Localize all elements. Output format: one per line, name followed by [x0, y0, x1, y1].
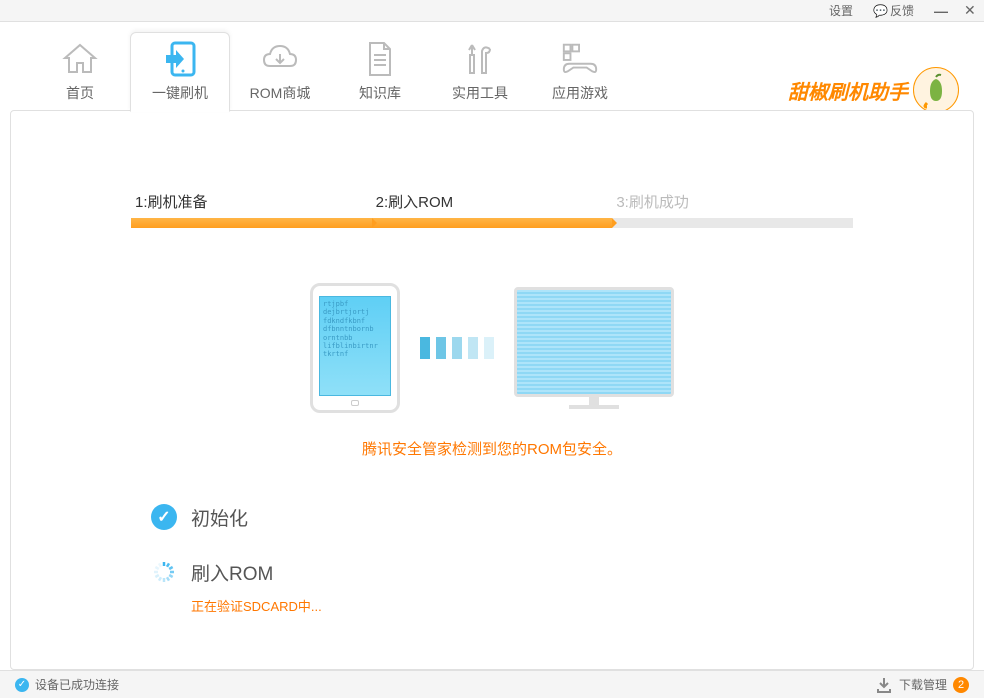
status-list: ✓ 初始化	[131, 504, 853, 615]
tab-home[interactable]: 首页	[30, 32, 130, 112]
tools-icon	[460, 41, 500, 77]
download-icon	[875, 677, 893, 693]
phone-icon: rtjpbf dejbrtjortj fdkndfkbnf dfbnntnbor…	[310, 283, 400, 413]
step-prepare: 1:刷机准备	[131, 191, 372, 228]
app-logo: 甜椒刷机助手	[788, 67, 959, 113]
step-flash-rom: 2:刷入ROM	[372, 191, 613, 228]
speech-icon: 💬	[873, 4, 888, 18]
connection-status: ✓ 设备已成功连接	[15, 676, 119, 693]
main-content: 1:刷机准备 2:刷入ROM 3:刷机成功 rtjpbf dejbrtjortj…	[10, 110, 974, 670]
monitor-icon	[514, 287, 674, 409]
download-count-badge: 2	[953, 677, 969, 693]
settings-button[interactable]: 设置	[819, 0, 863, 21]
feedback-button[interactable]: 💬 反馈	[863, 0, 924, 21]
tab-flash[interactable]: 一键刷机	[130, 32, 230, 112]
minimize-button[interactable]: —	[924, 0, 954, 21]
logo-text: 甜椒刷机助手	[788, 76, 908, 105]
download-manager-button[interactable]: 下载管理 2	[875, 676, 969, 693]
status-flash: 刷入ROM 正在验证SDCARD中...	[151, 559, 853, 615]
home-icon	[60, 41, 100, 77]
check-icon: ✓	[15, 678, 29, 692]
cloud-download-icon	[260, 41, 300, 77]
transfer-animation	[420, 337, 494, 359]
status-init: ✓ 初始化	[151, 504, 853, 531]
pepper-logo-icon	[913, 67, 959, 113]
gamepad-icon	[560, 41, 600, 77]
tab-label: ROM商城	[250, 83, 311, 103]
tab-label: 实用工具	[452, 83, 508, 103]
tab-knowledge[interactable]: 知识库	[330, 32, 430, 112]
spinner-icon	[151, 559, 177, 585]
tab-label: 一键刷机	[152, 83, 208, 103]
flash-illustration: rtjpbf dejbrtjortj fdkndfkbnf dfbnntnbor…	[131, 283, 853, 413]
tab-apps-games[interactable]: 应用游戏	[530, 32, 630, 112]
phone-flash-icon	[160, 41, 200, 77]
tab-label: 知识库	[359, 83, 401, 103]
check-icon: ✓	[151, 504, 177, 530]
step-success: 3:刷机成功	[612, 191, 853, 228]
document-icon	[360, 41, 400, 77]
security-message: 腾讯安全管家检测到您的ROM包安全。	[131, 438, 853, 459]
tab-label: 首页	[66, 83, 94, 103]
tab-label: 应用游戏	[552, 83, 608, 103]
tab-rom-store[interactable]: ROM商城	[230, 32, 330, 112]
close-button[interactable]: ✕	[954, 0, 984, 21]
tab-tools[interactable]: 实用工具	[430, 32, 530, 112]
progress-steps: 1:刷机准备 2:刷入ROM 3:刷机成功	[131, 191, 853, 228]
